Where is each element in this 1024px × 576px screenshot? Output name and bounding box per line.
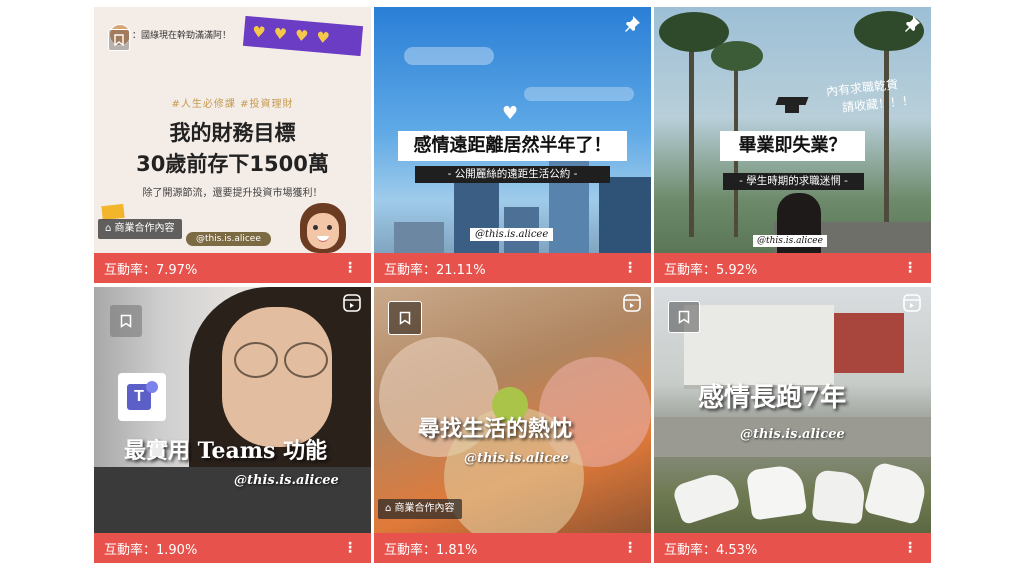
engagement-rate: 互動率：1.81% xyxy=(384,542,478,558)
engagement-rate: 互動率：1.90% xyxy=(104,542,198,558)
engagement-bar: 互動率：7.97% ⋮ xyxy=(94,253,371,283)
post-headline: 感情遠距離居然半年了！ xyxy=(398,131,627,161)
post-tags: #人生必修課 #投資理財 xyxy=(171,99,294,110)
building-shape xyxy=(834,313,904,373)
reel-icon xyxy=(343,294,361,312)
post-subline: - 學生時期的求職迷惘 - xyxy=(723,173,864,190)
post-card-5[interactable]: 尋找生活的熱忱 @this.is.alicee ⌂ 商業合作內容 互動率：1.8… xyxy=(374,287,651,563)
post-card-1[interactable]: ♥♥♥♥ ：國綠現在幹勁滿滿阿！ #人生必修課 #投資理財 我的財務目標 30歲… xyxy=(94,7,371,283)
bookmark-button[interactable] xyxy=(388,301,422,335)
post-card-6[interactable]: 感情長跑7年 @this.is.alicee 互動率：4.53% ⋮ xyxy=(654,287,931,563)
post-title: 最實用 Teams 功能 xyxy=(124,438,328,464)
engagement-bar: 互動率：21.11% ⋮ xyxy=(374,253,651,283)
bookmark-icon xyxy=(120,314,132,328)
more-options-icon[interactable]: ⋮ xyxy=(903,261,917,275)
sponsor-badge: ⌂ 商業合作內容 xyxy=(98,219,182,239)
engagement-rate: 互動率：21.11% xyxy=(384,262,486,278)
reel-icon xyxy=(623,294,641,312)
bookmark-icon xyxy=(114,34,124,46)
bookmark-icon xyxy=(399,311,411,325)
handle-label: @this.is.alicee xyxy=(470,228,554,241)
more-options-icon[interactable]: ⋮ xyxy=(343,261,357,275)
handle-label: @this.is.alicee xyxy=(464,451,569,466)
more-options-icon[interactable]: ⋮ xyxy=(903,541,917,555)
engagement-bar: 互動率：1.90% ⋮ xyxy=(94,533,371,563)
engagement-bar: 互動率：5.92% ⋮ xyxy=(654,253,931,283)
engagement-rate: 互動率：4.53% xyxy=(664,542,758,558)
post-grid: ♥♥♥♥ ：國綠現在幹勁滿滿阿！ #人生必修課 #投資理財 我的財務目標 30歲… xyxy=(94,7,931,563)
pin-icon xyxy=(625,16,640,32)
engagement-bar: 互動率：4.53% ⋮ xyxy=(654,533,931,563)
graduation-cap-icon xyxy=(775,93,809,115)
top-note: ：國綠現在幹勁滿滿阿！ xyxy=(132,31,232,41)
more-options-icon[interactable]: ⋮ xyxy=(623,261,637,275)
engagement-rate: 互動率：7.97% xyxy=(104,262,198,278)
bookmark-icon xyxy=(678,310,690,324)
handle-pill: @this.is.alicee xyxy=(186,232,271,246)
cloud-shape xyxy=(524,87,634,101)
teams-logo-icon: T xyxy=(118,373,166,421)
post-headline: 畢業即失業？ xyxy=(720,131,865,161)
pin-icon xyxy=(905,16,920,32)
face-shape xyxy=(222,307,332,447)
post-card-3[interactable]: 內有求職乾貨 請收藏！！！ 畢業即失業？ - 學生時期的求職迷惘 - @this… xyxy=(654,7,931,283)
reel-icon xyxy=(903,294,921,312)
bookmark-button[interactable] xyxy=(110,305,142,337)
post-title-line1: 我的財務目標 xyxy=(169,121,296,145)
post-card-4[interactable]: T 最實用 Teams 功能 @this.is.alicee 互動率：1.90%… xyxy=(94,287,371,563)
more-options-icon[interactable]: ⋮ xyxy=(623,541,637,555)
post-subtitle: 除了開源節流，還要提升投資市場獲利！ xyxy=(142,188,323,199)
cloud-shape xyxy=(404,47,494,65)
post-card-2[interactable]: ♥ 感情遠距離居然半年了！ - 公開麗絲的遠距生活公約 - @this.is.a… xyxy=(374,7,651,283)
post-title: 感情長跑7年 xyxy=(698,383,847,413)
sponsor-badge: ⌂ 商業合作內容 xyxy=(378,499,462,519)
post-title-line2: 30歲前存下1500萬 xyxy=(136,152,329,176)
bookmark-button[interactable] xyxy=(668,301,700,333)
handle-label: @this.is.alicee xyxy=(740,427,845,442)
post-title: 尋找生活的熱忱 xyxy=(418,416,573,442)
sticker-decoration xyxy=(101,203,125,221)
post-subline: - 公開麗絲的遠距生活公約 - xyxy=(415,166,610,183)
heart-icon: ♥ xyxy=(502,103,519,124)
handle-label: @this.is.alicee xyxy=(234,473,339,488)
palm-tree xyxy=(711,41,763,71)
bookmark-button[interactable] xyxy=(108,29,130,51)
engagement-bar: 互動率：1.81% ⋮ xyxy=(374,533,651,563)
glasses-shape xyxy=(284,342,328,378)
shopping-bag-icon: ⌂ xyxy=(385,503,392,514)
glasses-shape xyxy=(234,342,278,378)
shopping-bag-icon: ⌂ xyxy=(105,223,112,234)
engagement-rate: 互動率：5.92% xyxy=(664,262,758,278)
handle-label: @this.is.alicee xyxy=(753,235,827,247)
more-options-icon[interactable]: ⋮ xyxy=(343,541,357,555)
